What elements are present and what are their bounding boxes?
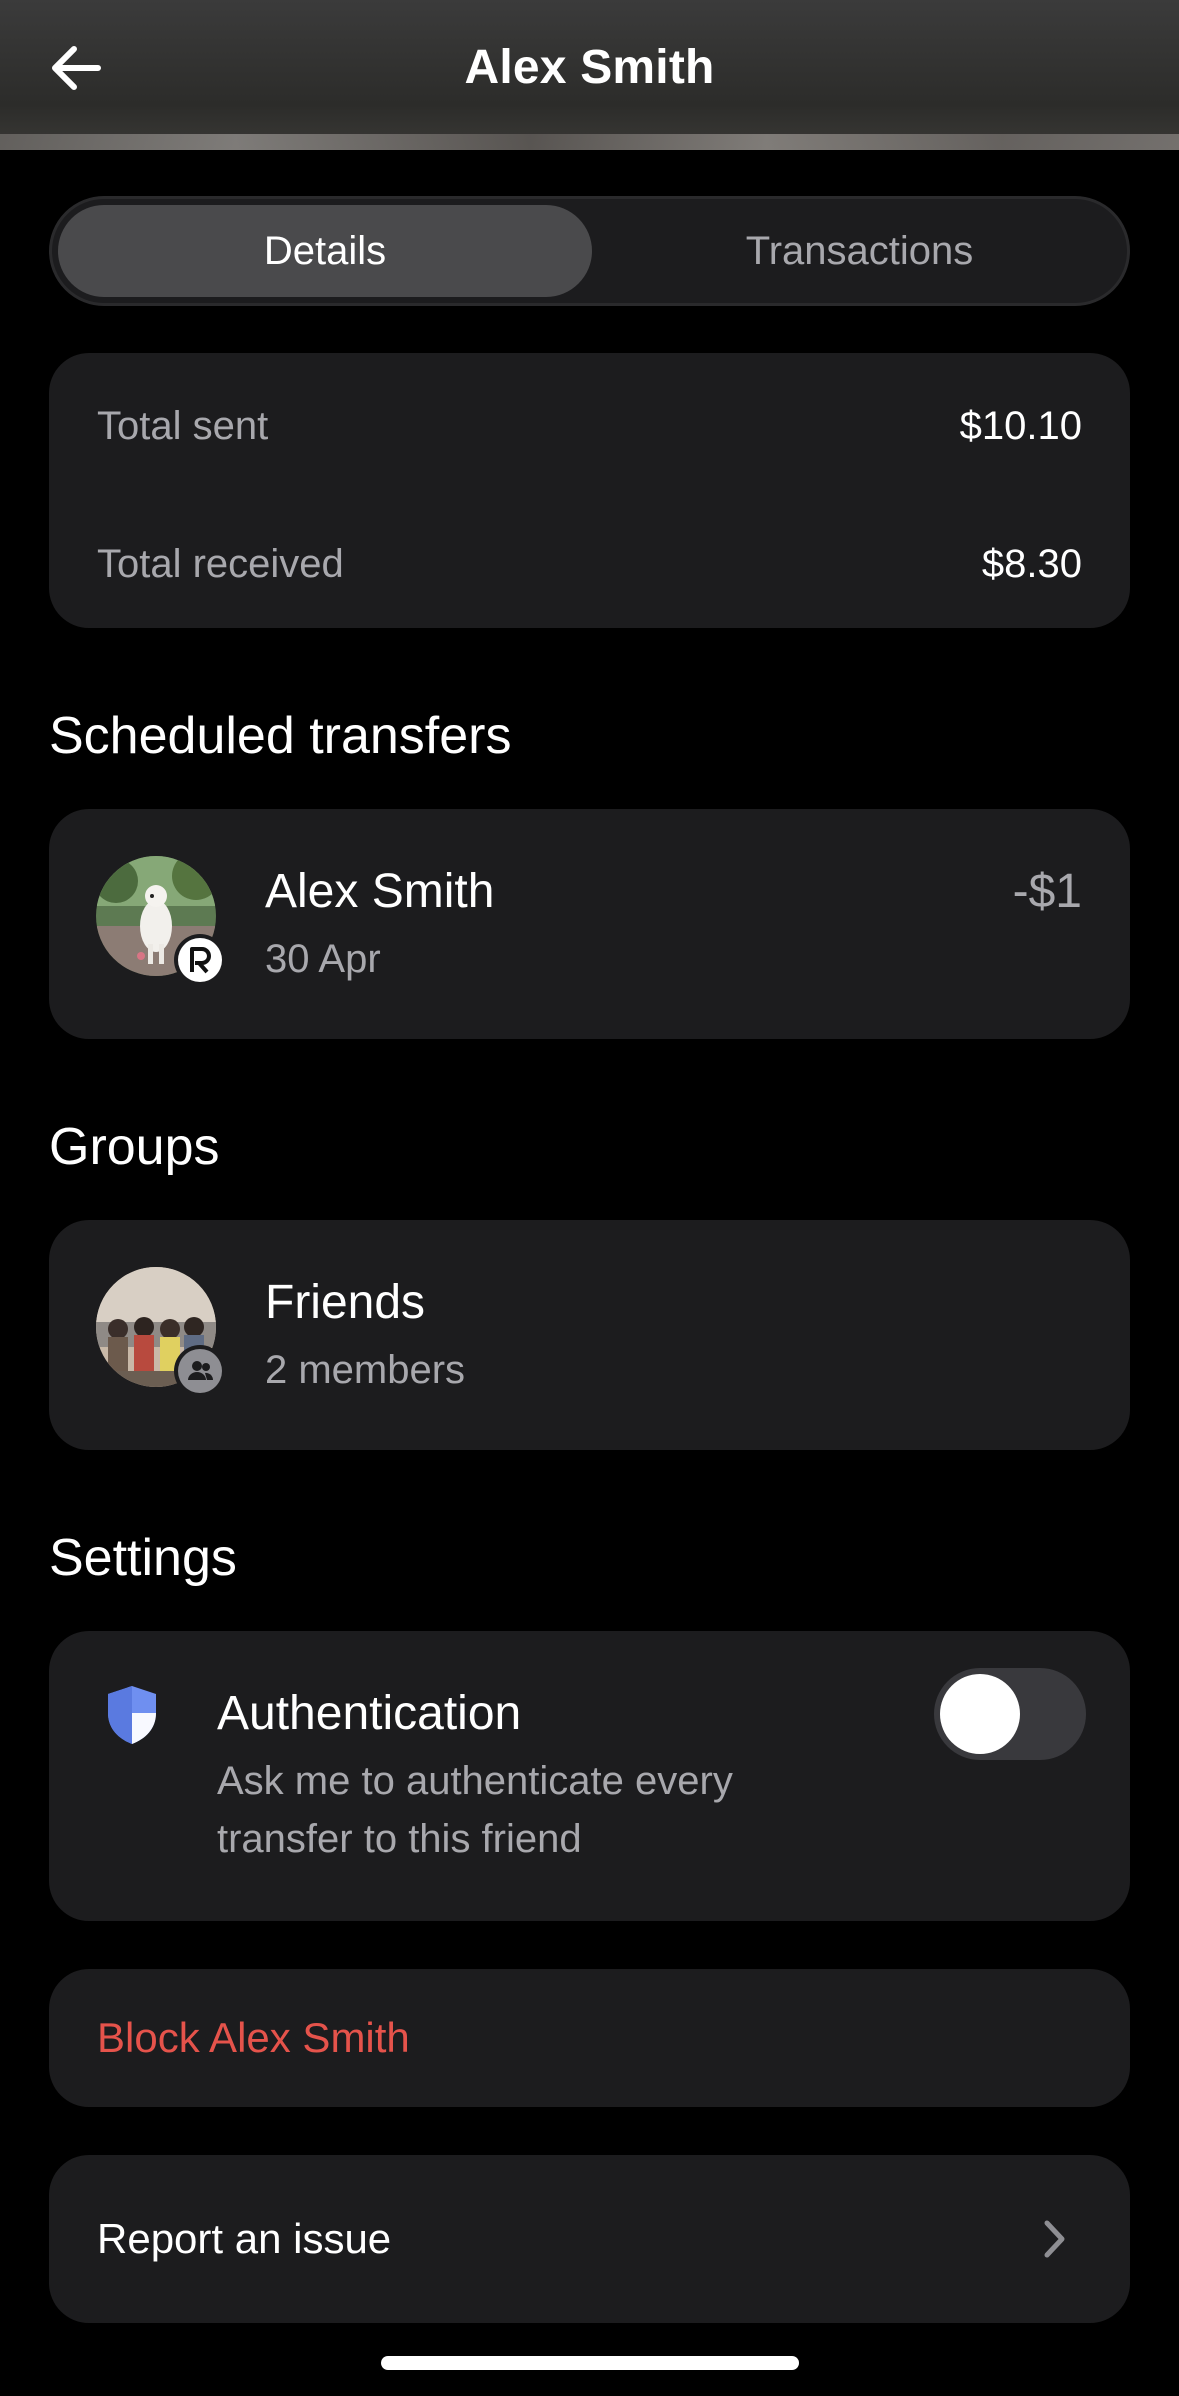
revolut-r-icon bbox=[178, 938, 222, 982]
scheduled-date: 30 Apr bbox=[265, 937, 381, 981]
scheduled-amount: -$1 bbox=[1012, 865, 1082, 918]
total-sent-row: Total sent $10.10 bbox=[97, 401, 1082, 451]
scheduled-transfers-heading: Scheduled transfers bbox=[49, 707, 512, 765]
total-sent-label: Total sent bbox=[97, 403, 269, 448]
back-button[interactable] bbox=[36, 28, 116, 108]
authentication-description-line1: Ask me to authenticate every bbox=[217, 1759, 733, 1803]
revolut-badge bbox=[174, 934, 226, 986]
group-avatar-wrap bbox=[96, 1267, 226, 1397]
settings-heading: Settings bbox=[49, 1529, 237, 1587]
authentication-title: Authentication bbox=[217, 1687, 522, 1740]
groups-heading: Groups bbox=[49, 1118, 220, 1176]
block-button[interactable]: Block Alex Smith bbox=[49, 1969, 1130, 2107]
group-item-friends[interactable]: Friends 2 members bbox=[49, 1220, 1130, 1450]
total-received-row: Total received $8.30 bbox=[97, 539, 1082, 589]
chevron-right-icon bbox=[1042, 2217, 1068, 2266]
total-received-label: Total received bbox=[97, 541, 344, 586]
total-received-value: $8.30 bbox=[981, 541, 1082, 586]
totals-card: Total sent $10.10 Total received $8.30 bbox=[49, 353, 1130, 628]
group-badge bbox=[174, 1345, 226, 1397]
header-bar: Alex Smith bbox=[0, 0, 1179, 150]
block-label: Block Alex Smith bbox=[97, 2014, 410, 2061]
authentication-description-line2: transfer to this friend bbox=[217, 1817, 582, 1861]
segmented-tabs: Details Transactions bbox=[49, 196, 1130, 306]
shield-icon bbox=[104, 1683, 160, 1752]
tab-transactions[interactable]: Transactions bbox=[592, 205, 1127, 297]
header-photo-strip bbox=[0, 134, 1179, 150]
report-issue-label: Report an issue bbox=[97, 2215, 392, 2262]
authentication-setting: Authentication Ask me to authenticate ev… bbox=[49, 1631, 1130, 1921]
group-name: Friends bbox=[265, 1276, 426, 1329]
arrow-left-icon bbox=[52, 46, 101, 90]
group-members: 2 members bbox=[265, 1348, 466, 1392]
authentication-toggle[interactable] bbox=[934, 1668, 1086, 1760]
home-indicator[interactable] bbox=[381, 2356, 799, 2370]
scheduled-recipient-name: Alex Smith bbox=[265, 865, 495, 918]
scheduled-transfer-item[interactable]: Alex Smith 30 Apr -$1 bbox=[49, 809, 1130, 1039]
toggle-knob bbox=[940, 1674, 1020, 1754]
scheduled-avatar-wrap bbox=[96, 856, 226, 986]
report-issue-button[interactable]: Report an issue bbox=[49, 2155, 1130, 2323]
page-title: Alex Smith bbox=[464, 40, 715, 94]
tab-details[interactable]: Details bbox=[58, 205, 592, 297]
total-sent-value: $10.10 bbox=[959, 403, 1082, 448]
group-icon bbox=[178, 1349, 222, 1393]
